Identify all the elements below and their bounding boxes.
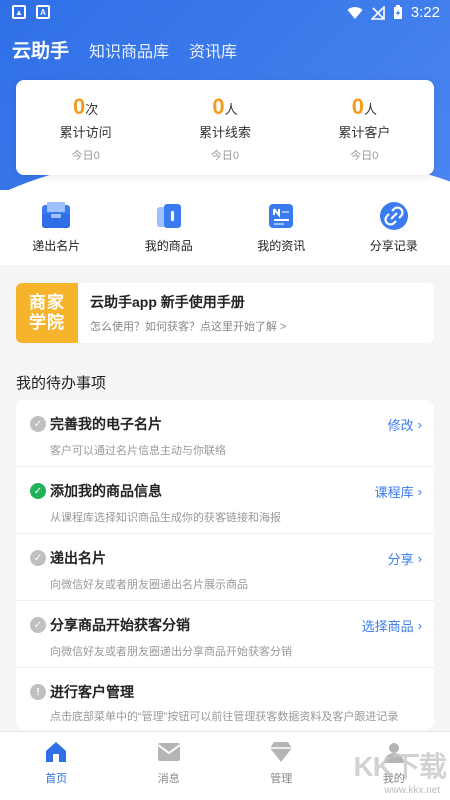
banner-subtitle: 怎么使用？如何获客？点这里开始了解 > bbox=[90, 321, 287, 333]
stat-visits[interactable]: 0次 累计访问 今日0 bbox=[16, 80, 155, 175]
quick-actions: 递出名片 我的商品 我的资讯 分享记录 bbox=[0, 195, 450, 265]
stat-today: 今日0 bbox=[350, 150, 379, 162]
todo-action-button[interactable]: 修改 › bbox=[388, 415, 422, 434]
merchant-academy-logo: 商家 学院 bbox=[16, 283, 78, 343]
battery-icon bbox=[393, 5, 402, 19]
stat-unit: 人 bbox=[224, 102, 238, 117]
tab-manage[interactable]: 管理 bbox=[225, 732, 338, 800]
todo-action-button[interactable]: 选择商品 › bbox=[362, 616, 422, 635]
tab-label: 首页 bbox=[45, 773, 68, 785]
quick-my-products[interactable]: 我的商品 bbox=[113, 195, 226, 265]
tab-yunzhushou[interactable]: 云助手 bbox=[12, 36, 69, 63]
todo-action-button[interactable]: 课程库 › bbox=[375, 482, 422, 501]
todo-desc: 点击底部菜单中的“管理”按钮可以前往管理获客数据资料及客户跟进记录 bbox=[50, 711, 399, 723]
chevron-right-icon: › bbox=[417, 417, 422, 432]
card-tray-icon bbox=[41, 201, 71, 231]
diamond-icon bbox=[269, 740, 293, 764]
chevron-right-icon: › bbox=[417, 551, 422, 566]
stat-label: 累计客户 bbox=[338, 125, 391, 140]
clock: 3:22 bbox=[410, 4, 440, 21]
todo-item[interactable]: ! 进行客户管理 点击底部菜单中的“管理”按钮可以前往管理获客数据资料及客户跟进… bbox=[16, 668, 434, 730]
stat-label: 累计访问 bbox=[59, 125, 112, 140]
font-icon: A bbox=[36, 5, 50, 19]
chevron-right-icon: › bbox=[417, 484, 422, 499]
quick-share-records[interactable]: 分享记录 bbox=[338, 195, 450, 265]
tab-knowledge-products[interactable]: 知识商品库 bbox=[89, 38, 169, 62]
todo-title: 添加我的商品信息 bbox=[50, 483, 162, 499]
top-nav: 云助手 知识商品库 资讯库 bbox=[12, 36, 237, 63]
tab-messages[interactable]: 消息 bbox=[113, 732, 226, 800]
quick-my-news[interactable]: 我的资讯 bbox=[225, 195, 338, 265]
todo-item[interactable]: ✓ 完善我的电子名片 客户可以通过名片信息主动与你联络 修改 › bbox=[16, 400, 434, 467]
watermark-url: www.kkx.net bbox=[384, 785, 440, 796]
quick-label: 我的资讯 bbox=[257, 239, 306, 253]
todo-title: 递出名片 bbox=[50, 550, 106, 566]
watermark-logo: KK下载 bbox=[353, 751, 447, 782]
tab-label: 消息 bbox=[157, 773, 180, 785]
check-pending-icon: ✓ bbox=[30, 617, 46, 633]
todo-desc: 向微信好友或者朋友圈递出分享商品开始获客分销 bbox=[50, 646, 292, 658]
stat-unit: 人 bbox=[363, 102, 377, 117]
check-pending-icon: ✓ bbox=[30, 416, 46, 432]
status-bar: ▲ A 3:22 bbox=[0, 0, 450, 26]
stat-leads[interactable]: 0人 累计线索 今日0 bbox=[155, 80, 294, 175]
signal-icon bbox=[370, 5, 385, 20]
check-done-icon: ✓ bbox=[30, 483, 46, 499]
todo-action-button[interactable]: 分享 › bbox=[388, 549, 422, 568]
stat-value: 0 bbox=[73, 94, 86, 119]
stat-label: 累计线索 bbox=[198, 125, 251, 140]
todo-list: ✓ 完善我的电子名片 客户可以通过名片信息主动与你联络 修改 › ✓ 添加我的商品… bbox=[16, 400, 434, 730]
chevron-right-icon: › bbox=[417, 618, 422, 633]
stat-value: 0 bbox=[351, 94, 364, 119]
home-icon bbox=[44, 740, 68, 764]
stat-customers[interactable]: 0人 累计客户 今日0 bbox=[295, 80, 434, 175]
quick-label: 递出名片 bbox=[32, 239, 81, 253]
stat-unit: 次 bbox=[85, 102, 99, 117]
quick-send-card[interactable]: 递出名片 bbox=[0, 195, 113, 265]
todo-desc: 客户可以通过名片信息主动与你联络 bbox=[50, 445, 226, 457]
stat-today: 今日0 bbox=[210, 150, 240, 162]
gallery-icon: ▲ bbox=[12, 5, 26, 19]
stat-value: 0 bbox=[212, 94, 225, 119]
banner-title: 云助手app 新手使用手册 bbox=[90, 294, 245, 310]
tab-news-library[interactable]: 资讯库 bbox=[189, 38, 237, 62]
stat-today: 今日0 bbox=[71, 150, 100, 162]
wifi-icon bbox=[347, 6, 363, 19]
product-icon bbox=[154, 201, 184, 231]
todo-item[interactable]: ✓ 分享商品开始获客分销 向微信好友或者朋友圈递出分享商品开始获客分销 选择商品… bbox=[16, 601, 434, 668]
news-icon bbox=[266, 201, 296, 231]
mail-icon bbox=[157, 740, 181, 764]
quick-label: 我的商品 bbox=[144, 239, 193, 253]
check-pending-icon: ✓ bbox=[30, 550, 46, 566]
todo-title: 完善我的电子名片 bbox=[50, 416, 162, 432]
guide-banner[interactable]: 商家 学院 云助手app 新手使用手册 怎么使用？如何获客？点这里开始了解 > bbox=[16, 283, 434, 343]
todo-item[interactable]: ✓ 递出名片 向微信好友或者朋友圈递出名片展示商品 分享 › bbox=[16, 534, 434, 601]
info-icon: ! bbox=[30, 684, 46, 700]
todo-section-title: 我的待办事项 bbox=[16, 375, 107, 392]
todo-title: 进行客户管理 bbox=[50, 684, 134, 700]
stats-card: 0次 累计访问 今日0 0人 累计线索 今日0 0人 累计客户 今日0 bbox=[16, 80, 434, 175]
todo-desc: 从课程库选择知识商品生成你的获客链接和海报 bbox=[50, 512, 281, 524]
tab-label: 管理 bbox=[270, 773, 293, 785]
link-icon bbox=[379, 201, 409, 231]
quick-label: 分享记录 bbox=[369, 239, 418, 253]
tab-home[interactable]: 首页 bbox=[0, 732, 113, 800]
todo-item[interactable]: ✓ 添加我的商品信息 从课程库选择知识商品生成你的获客链接和海报 课程库 › bbox=[16, 467, 434, 534]
todo-desc: 向微信好友或者朋友圈递出名片展示商品 bbox=[50, 579, 248, 591]
